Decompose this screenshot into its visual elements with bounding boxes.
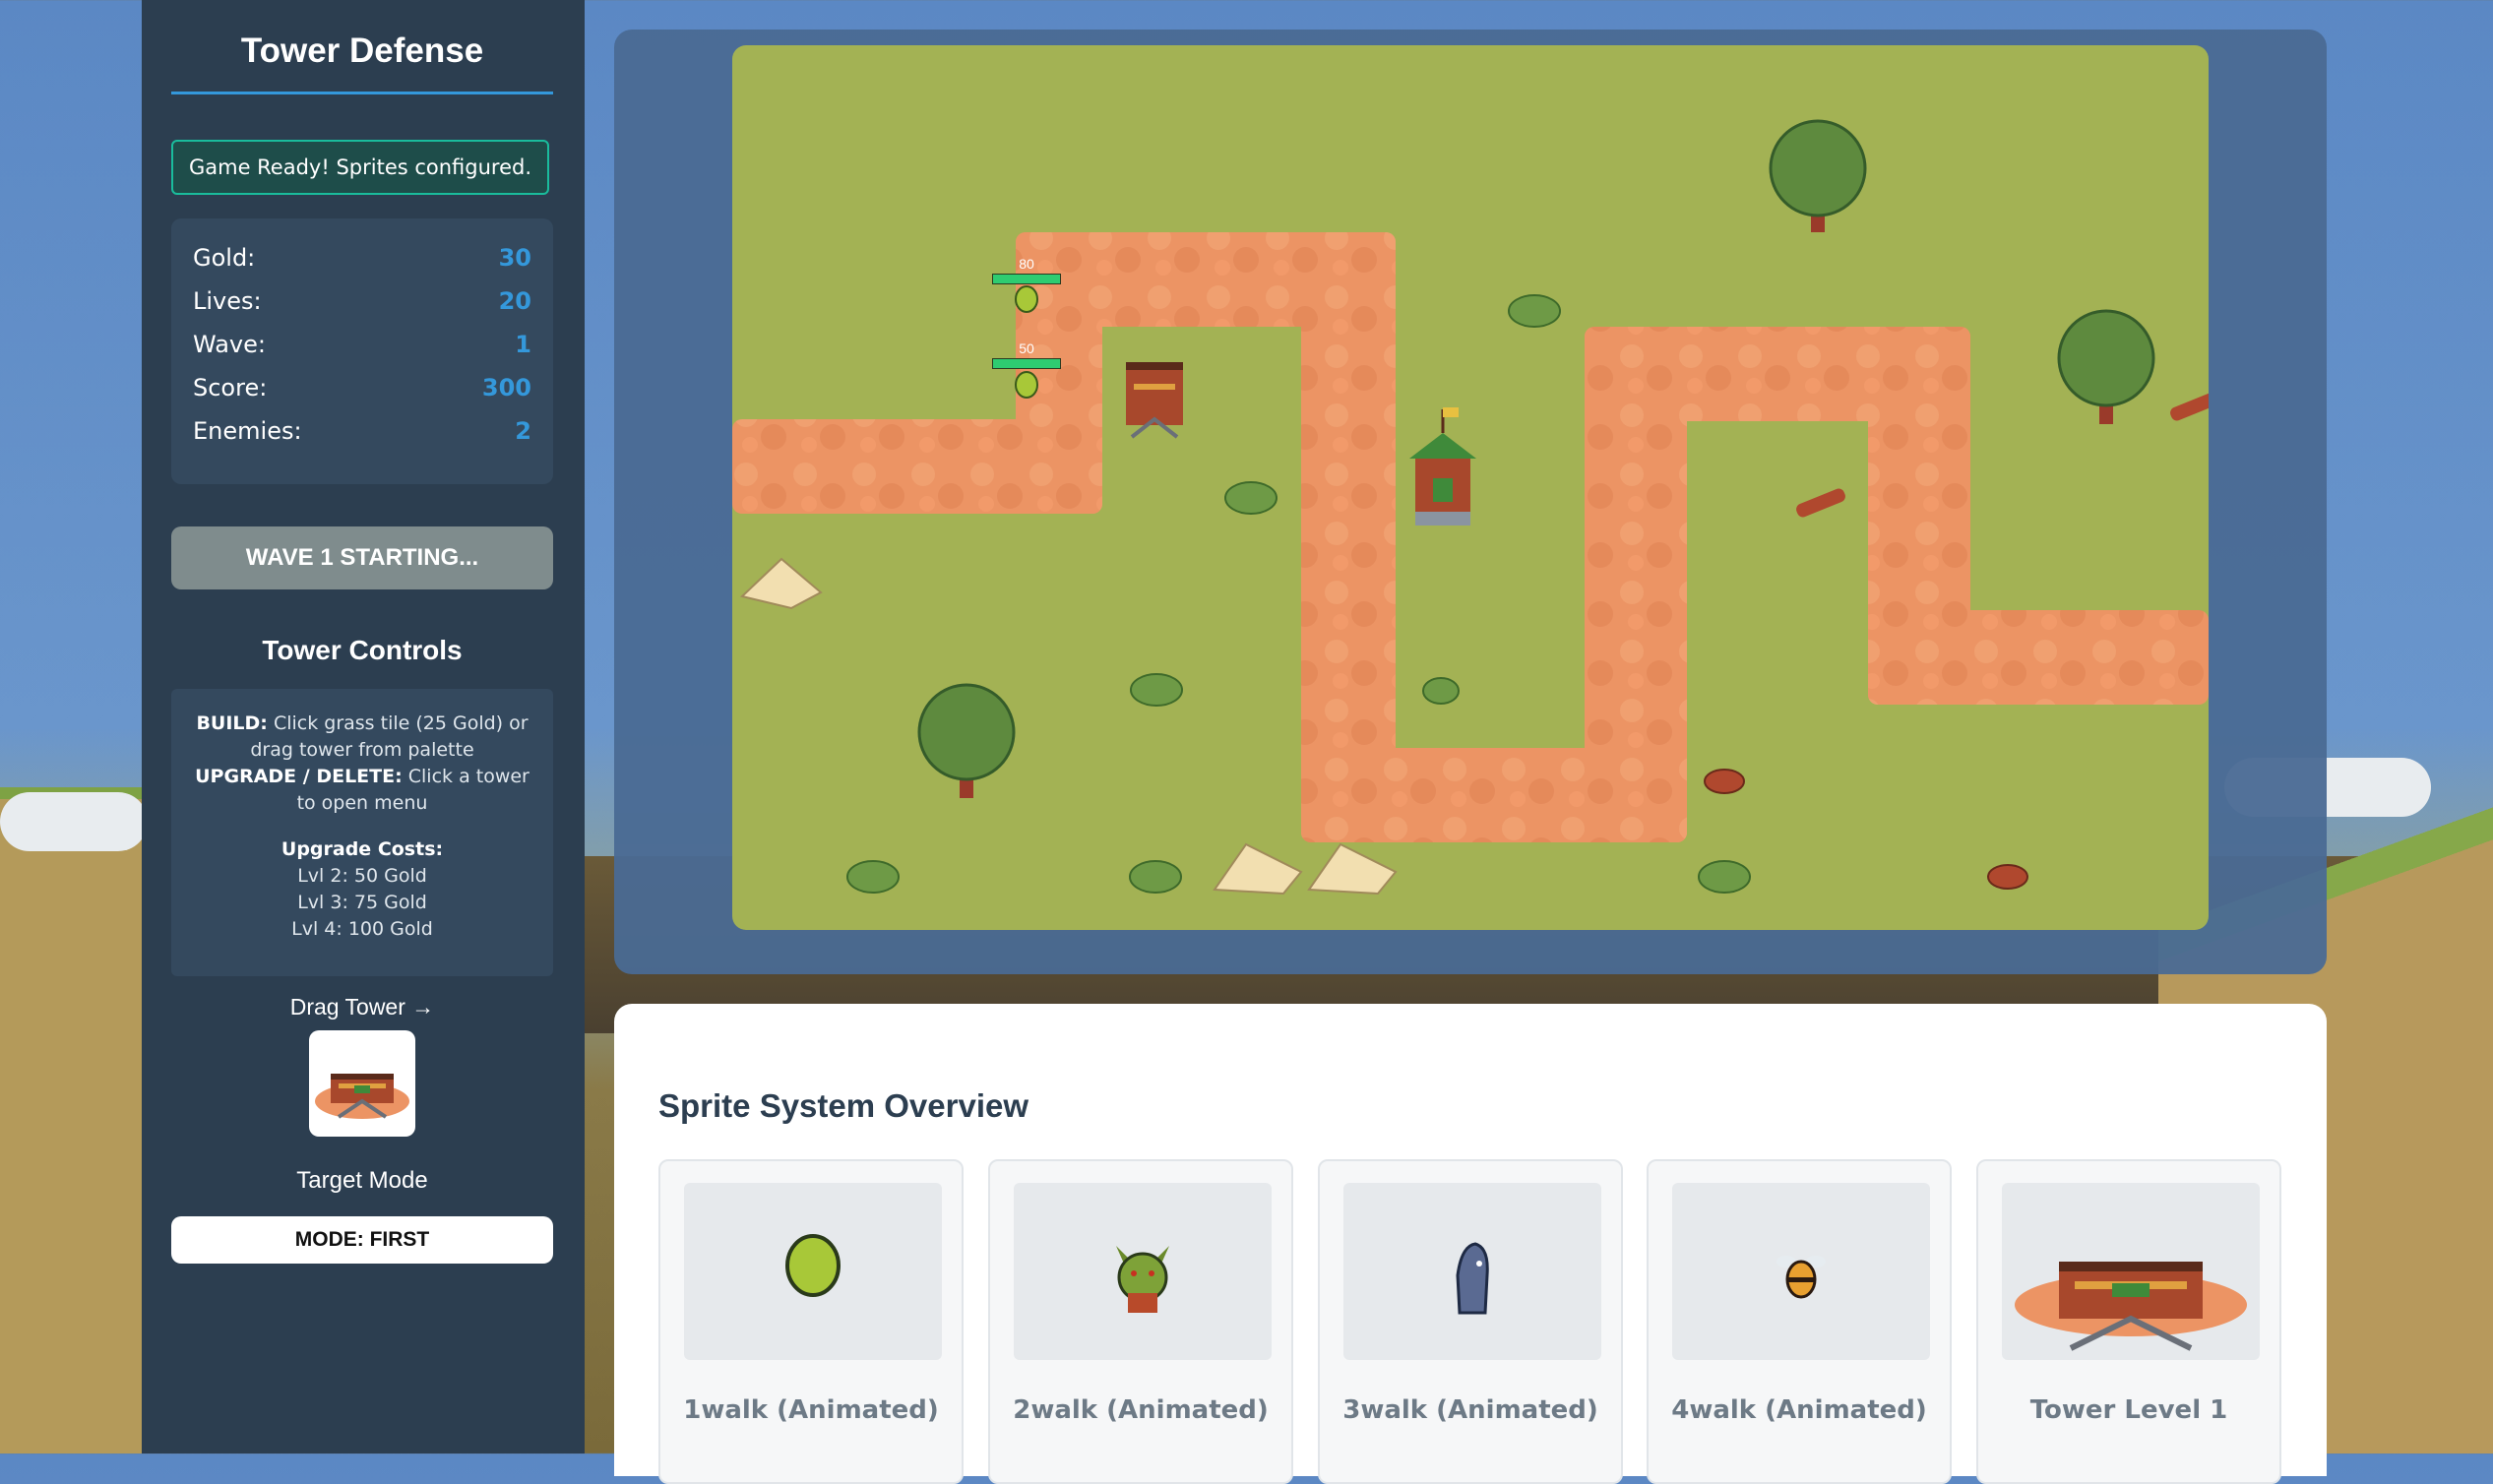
upgrade-cost-lvl3: Lvl 3: 75 Gold — [297, 892, 427, 913]
sprite-thumb — [1014, 1183, 1272, 1360]
placed-tower-lvl1 — [1126, 362, 1183, 439]
build-label: BUILD: — [196, 712, 268, 734]
placed-tower-lvl2 — [1409, 407, 1476, 526]
sidebar: Tower Defense Game Ready! Sprites config… — [142, 0, 585, 1453]
bee-icon — [1776, 1256, 1826, 1299]
goblin-icon — [1116, 1246, 1169, 1313]
sprite-card-label: 3walk (Animated) — [1342, 1395, 1598, 1425]
help-panel: BUILD: Click grass tile (25 Gold) or dra… — [171, 689, 553, 976]
tower-icon — [2015, 1262, 2247, 1351]
wave-start-button[interactable]: WAVE 1 STARTING... — [171, 526, 553, 589]
stat-value: 30 — [498, 244, 531, 272]
sprite-card-label: 2walk (Animated) — [1013, 1395, 1269, 1425]
green-slime-icon — [785, 1234, 841, 1297]
stat-label: Lives: — [193, 287, 262, 315]
status-message: Game Ready! Sprites configured. — [171, 140, 549, 195]
stump-icon — [1704, 769, 2028, 890]
upgrade-costs-title: Upgrade Costs: — [280, 838, 444, 860]
target-mode-label: Target Mode — [296, 1167, 428, 1194]
enemy-health-text: 80 — [1019, 256, 1034, 272]
title-divider — [171, 92, 553, 94]
stat-value: 20 — [498, 287, 531, 315]
game-map: 80 50 — [732, 119, 2209, 896]
sprite-thumb — [2002, 1183, 2260, 1360]
stat-gold: Gold: 30 — [193, 236, 531, 279]
hooded-bird-icon — [1456, 1242, 1489, 1315]
sprite-thumb — [684, 1183, 942, 1360]
stat-wave: Wave: 1 — [193, 323, 531, 366]
background-cloud — [0, 792, 148, 851]
stat-score: Score: 300 — [193, 366, 531, 409]
draggable-tower[interactable] — [309, 1030, 415, 1137]
sprite-card-label: 4walk (Animated) — [1671, 1395, 1927, 1425]
sprite-card-3walk: 3walk (Animated) — [1318, 1159, 1623, 1484]
tent-icon — [739, 557, 1398, 896]
enemy-health-bar-fill — [993, 275, 1060, 283]
build-help: BUILD: Click grass tile (25 Gold) or dra… — [191, 711, 533, 764]
upgrade-label: UPGRADE / DELETE: — [195, 766, 403, 787]
stat-label: Wave: — [193, 331, 266, 358]
enemy-health-text: 50 — [1019, 340, 1034, 356]
upgrade-cost-lvl4: Lvl 4: 100 Gold — [291, 918, 433, 940]
upgrade-help: UPGRADE / DELETE: Click a tower to open … — [191, 764, 533, 817]
stat-label: Score: — [193, 374, 268, 402]
sprite-thumb — [1343, 1183, 1601, 1360]
stat-value: 300 — [481, 374, 531, 402]
stat-value: 1 — [515, 331, 531, 358]
tower-controls-heading: Tower Controls — [262, 635, 463, 665]
sprite-card-1walk: 1walk (Animated) — [658, 1159, 964, 1484]
sprite-card-label: Tower Level 1 — [2029, 1395, 2228, 1425]
sprite-thumb — [1672, 1183, 1930, 1360]
game-board[interactable]: 80 50 — [732, 45, 2209, 930]
enemy-health-bar-fill — [993, 359, 1060, 368]
tower-icon — [315, 1074, 409, 1119]
sprite-overview-panel: Sprite System Overview 1walk (Animated) … — [614, 1004, 2327, 1484]
upgrade-cost-lvl2: Lvl 2: 50 Gold — [297, 865, 427, 887]
stat-label: Enemies: — [193, 417, 302, 445]
game-title: Tower Defense — [240, 31, 484, 70]
stat-lives: Lives: 20 — [193, 279, 531, 323]
build-text: Click grass tile (25 Gold) or drag tower… — [250, 712, 529, 761]
target-mode-button[interactable]: MODE: FIRST — [171, 1216, 553, 1264]
background-hill-left — [0, 787, 157, 1453]
overview-title: Sprite System Overview — [658, 1087, 1029, 1124]
sprite-card-2walk: 2walk (Animated) — [988, 1159, 1293, 1484]
stat-value: 2 — [515, 417, 531, 445]
sprite-card-4walk: 4walk (Animated) — [1647, 1159, 1952, 1484]
stat-label: Gold: — [193, 244, 256, 272]
stat-enemies: Enemies: 2 — [193, 409, 531, 453]
sprite-card-label: 1walk (Animated) — [683, 1395, 939, 1425]
sprite-card-tower: Tower Level 1 — [1976, 1159, 2281, 1484]
stats-panel: Gold: 30 Lives: 20 Wave: 1 Score: 300 En… — [171, 218, 553, 484]
drag-tower-label: Drag Tower → — [289, 994, 435, 1020]
